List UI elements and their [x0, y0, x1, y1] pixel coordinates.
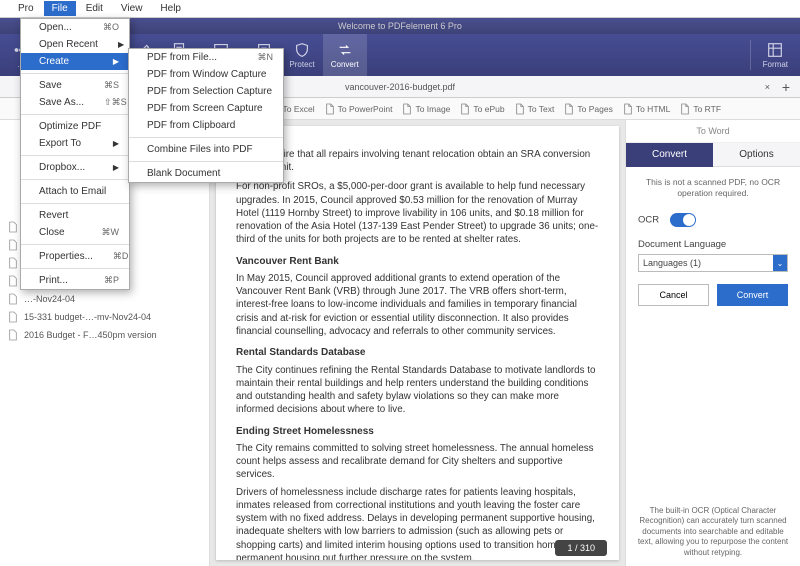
menu-item-create[interactable]: Create▶ — [21, 53, 129, 70]
paragraph: Drivers of homelessness include discharg… — [236, 486, 599, 560]
page-indicator[interactable]: 1 / 310 — [555, 540, 607, 556]
menu-item-combine-files-into-pdf[interactable]: Combine Files into PDF — [129, 141, 283, 158]
export-to-html[interactable]: To HTML — [620, 103, 673, 115]
language-label: Document Language — [638, 239, 788, 250]
heading: Rental Standards Database — [236, 346, 599, 360]
heading: Ending Street Homelessness — [236, 425, 599, 439]
pdf-page: require that all repairs involving tenan… — [216, 126, 619, 560]
format-label: Format — [763, 60, 788, 69]
document-viewer[interactable]: require that all repairs involving tenan… — [210, 120, 625, 566]
paragraph: The City continues refining the Rental S… — [236, 364, 599, 417]
menu-item-save[interactable]: Save⌘S — [21, 77, 129, 94]
menu-item-dropbox[interactable]: Dropbox...▶ — [21, 159, 129, 176]
export-to-rtf[interactable]: To RTF — [677, 103, 724, 115]
menu-edit[interactable]: Edit — [78, 1, 111, 16]
window-title: Welcome to PDFelement 6 Pro — [338, 21, 462, 31]
export-to-text[interactable]: To Text — [512, 103, 558, 115]
menu-item-pdf-from-file[interactable]: PDF from File...⌘N — [129, 49, 283, 66]
ocr-note: This is not a scanned PDF, no OCR operat… — [638, 177, 788, 199]
cancel-button[interactable]: Cancel — [638, 284, 709, 306]
menu-item-blank-document[interactable]: Blank Document — [129, 165, 283, 182]
menu-item-open[interactable]: Open...⌘O — [21, 19, 129, 36]
convert-icon — [336, 41, 354, 59]
file-menu: Open...⌘OOpen Recent▶Create▶ Save⌘SSave A… — [20, 18, 130, 290]
chevron-right-icon: ▶ — [93, 163, 119, 172]
language-select[interactable]: Languages (1) ⌄ — [638, 254, 788, 272]
sidebar-document-item[interactable]: 15-331 budget-…-mv-Nov24-04 — [0, 308, 209, 326]
bullet: require that all repairs involving tenan… — [264, 148, 599, 174]
export-to-powerpoint[interactable]: To PowerPoint — [322, 103, 396, 115]
chevron-right-icon: ▶ — [98, 40, 124, 49]
paragraph: In May 2015, Council approved additional… — [236, 272, 599, 338]
protect-icon — [293, 41, 311, 59]
menu-pro[interactable]: Pro — [10, 1, 42, 16]
sidebar-document-item[interactable]: 2016 Budget - F…450pm version — [0, 326, 209, 344]
menu-file[interactable]: File — [44, 1, 76, 16]
menu-item-pdf-from-screen-capture[interactable]: PDF from Screen Capture — [129, 100, 283, 117]
menu-item-pdf-from-selection-capture[interactable]: PDF from Selection Capture — [129, 83, 283, 100]
menu-item-pdf-from-clipboard[interactable]: PDF from Clipboard — [129, 117, 283, 134]
tab-name[interactable]: vancouver-2016-budget.pdf — [345, 82, 455, 92]
menu-view[interactable]: View — [113, 1, 151, 16]
menu-item-attach-to-email[interactable]: Attach to Email — [21, 183, 129, 200]
chevron-down-icon: ⌄ — [773, 255, 787, 271]
menu-item-optimize-pdf[interactable]: Optimize PDF — [21, 118, 129, 135]
menu-item-close[interactable]: Close⌘W — [21, 224, 129, 241]
menu-item-properties[interactable]: Properties...⌘D — [21, 248, 129, 265]
menu-help[interactable]: Help — [152, 1, 189, 16]
language-value: Languages (1) — [643, 258, 701, 268]
menu-item-open-recent[interactable]: Open Recent▶ — [21, 36, 129, 53]
tab-close-icon[interactable]: × — [765, 82, 770, 92]
export-to-image[interactable]: To Image — [399, 103, 453, 115]
chevron-right-icon: ▶ — [93, 57, 119, 66]
export-to-epub[interactable]: To ePub — [457, 103, 507, 115]
menu-item-print[interactable]: Print...⌘P — [21, 272, 129, 289]
panel-tab-convert[interactable]: Convert — [626, 143, 713, 167]
menubar: Pro File Edit View Help — [0, 0, 800, 18]
paragraph: The City remains committed to solving st… — [236, 442, 599, 482]
convert-button[interactable]: Convert — [717, 284, 788, 306]
ocr-toggle[interactable] — [670, 213, 696, 227]
heading: Vancouver Rent Bank — [236, 255, 599, 269]
menu-item-revert[interactable]: Revert — [21, 207, 129, 224]
convert-panel: To Word Convert Options This is not a sc… — [625, 120, 800, 566]
tab-add-icon[interactable]: + — [782, 79, 790, 95]
toolbar-protect-button[interactable]: Protect — [281, 34, 322, 76]
format-button[interactable]: Format — [755, 34, 796, 76]
chevron-right-icon: ▶ — [93, 139, 119, 148]
menu-item-export-to[interactable]: Export To▶ — [21, 135, 129, 152]
toolbar-divider — [750, 40, 751, 70]
menu-item-pdf-from-window-capture[interactable]: PDF from Window Capture — [129, 66, 283, 83]
sidebar-document-item[interactable]: …-Nov24-04 — [0, 290, 209, 308]
menu-item-save-as[interactable]: Save As...⇧⌘S — [21, 94, 129, 111]
export-to-pages[interactable]: To Pages — [561, 103, 615, 115]
toolbar-convert-button[interactable]: Convert — [323, 34, 367, 76]
create-submenu: PDF from File...⌘NPDF from Window Captur… — [128, 48, 284, 183]
ocr-footer: The built-in OCR (Optical Character Reco… — [626, 498, 800, 566]
panel-tab-options[interactable]: Options — [713, 143, 800, 167]
ocr-label: OCR — [638, 215, 659, 226]
paragraph: For non-profit SROs, a $5,000-per-door g… — [236, 180, 599, 246]
panel-header: To Word — [626, 120, 800, 143]
